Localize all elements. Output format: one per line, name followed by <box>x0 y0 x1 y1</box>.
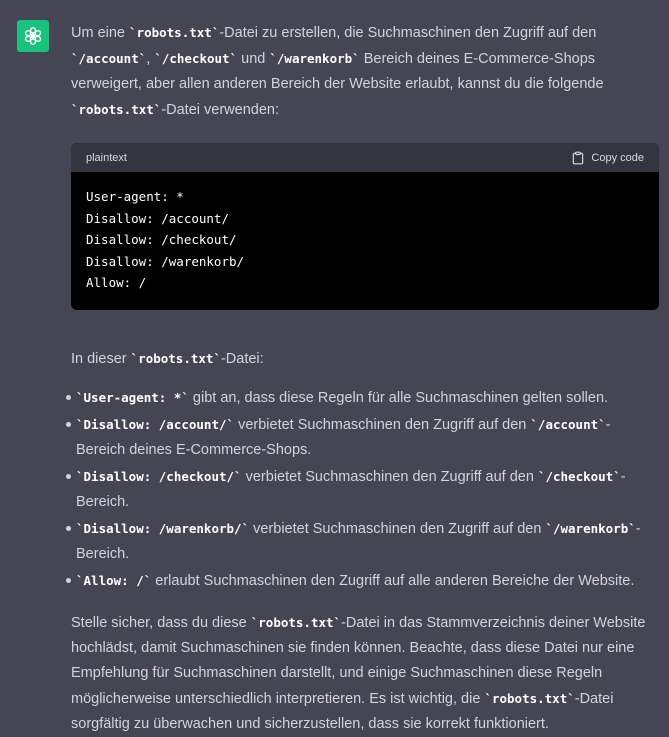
inline-code: `/checkout` <box>154 51 238 66</box>
copy-code-label: Copy code <box>591 151 644 164</box>
inline-code: `robots.txt` <box>71 102 162 117</box>
inline-code: `/account` <box>71 51 147 66</box>
openai-logo-icon <box>24 27 42 45</box>
code-block: plaintext Copy code User-agent: * Disall… <box>71 143 659 310</box>
code-language-label: plaintext <box>86 151 127 164</box>
list-item: `Allow: /` erlaubt Suchmaschinen den Zug… <box>4 568 659 594</box>
list-item: `User-agent: *` gibt an, dass diese Rege… <box>4 385 659 411</box>
inline-code: `User-agent: *` <box>76 389 189 405</box>
assistant-message: Um eine `robots.txt`-Datei zu erstellen,… <box>66 20 659 737</box>
rules-list: `User-agent: *` gibt an, dass diese Rege… <box>4 385 659 594</box>
inline-code: `Disallow: /account/` <box>76 416 235 432</box>
inline-code: `/warenkorb` <box>545 520 636 536</box>
inline-code: `/checkout` <box>537 468 621 484</box>
inline-code: `Disallow: /warenkorb/` <box>76 520 250 536</box>
inline-code: `robots.txt` <box>250 614 342 630</box>
closing-paragraph: Stelle sicher, dass du diese `robots.txt… <box>71 614 646 732</box>
inline-code: `/account` <box>530 416 606 432</box>
copy-code-button[interactable]: Copy code <box>571 151 644 165</box>
list-item: `Disallow: /account/` verbietet Suchmasc… <box>4 412 659 463</box>
inline-code: `/warenkorb` <box>269 51 360 66</box>
inline-code: `robots.txt` <box>129 25 220 40</box>
intro-paragraph: Um eine `robots.txt`-Datei zu erstellen,… <box>71 25 604 118</box>
inline-code: `robots.txt` <box>484 690 575 706</box>
list-item: `Disallow: /warenkorb/` verbietet Suchma… <box>4 516 659 567</box>
inline-code: `robots.txt` <box>130 350 221 366</box>
clipboard-icon <box>573 151 584 164</box>
assistant-avatar <box>17 20 49 52</box>
code-block-header: plaintext Copy code <box>71 143 659 172</box>
inline-code: `Allow: /` <box>76 572 152 588</box>
list-item: `Disallow: /checkout/` verbietet Suchmas… <box>4 464 659 515</box>
code-content: User-agent: * Disallow: /account/ Disall… <box>86 189 245 291</box>
explanation-heading: In dieser `robots.txt`-Datei: <box>71 350 264 367</box>
inline-code: `Disallow: /checkout/` <box>76 468 242 484</box>
